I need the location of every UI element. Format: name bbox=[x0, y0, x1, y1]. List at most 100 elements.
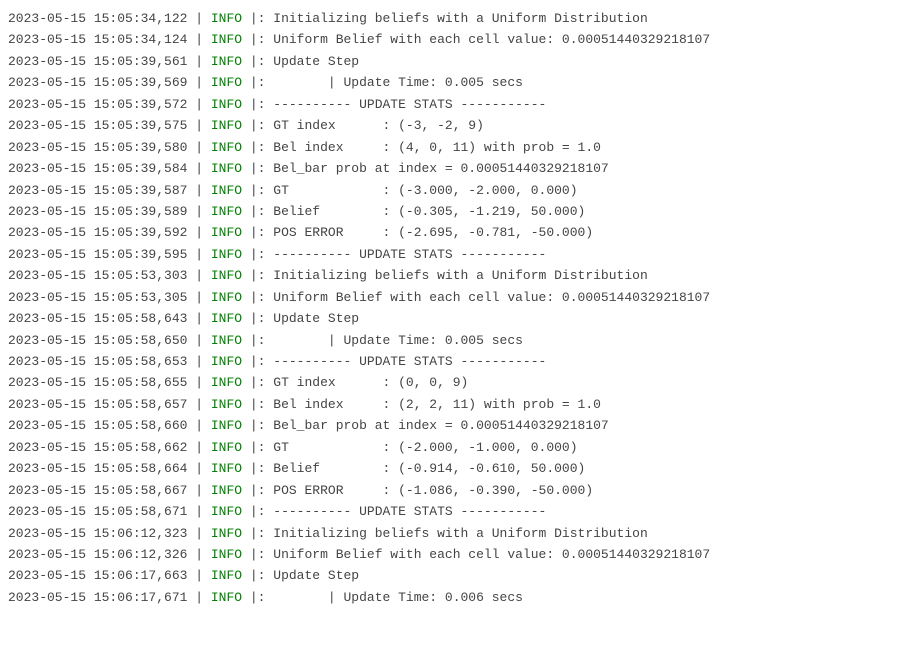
log-line: 2023-05-15 15:05:39,580 | INFO |: Bel in… bbox=[8, 137, 914, 158]
separator: | bbox=[187, 75, 210, 90]
separator bbox=[242, 461, 250, 476]
separator: | bbox=[187, 247, 210, 262]
log-line: 2023-05-15 15:05:58,671 | INFO |: ------… bbox=[8, 501, 914, 522]
log-message: |: GT index : (0, 0, 9) bbox=[250, 375, 468, 390]
separator: | bbox=[187, 118, 210, 133]
separator bbox=[242, 268, 250, 283]
separator bbox=[242, 118, 250, 133]
log-message: |: Bel index : (2, 2, 11) with prob = 1.… bbox=[250, 397, 601, 412]
separator bbox=[242, 568, 250, 583]
log-timestamp: 2023-05-15 15:05:39,592 bbox=[8, 225, 187, 240]
separator: | bbox=[187, 568, 210, 583]
log-timestamp: 2023-05-15 15:05:39,584 bbox=[8, 161, 187, 176]
log-timestamp: 2023-05-15 15:05:39,595 bbox=[8, 247, 187, 262]
separator: | bbox=[187, 483, 210, 498]
log-message: |: | Update Time: 0.005 secs bbox=[250, 75, 523, 90]
log-level: INFO bbox=[211, 247, 242, 262]
log-line: 2023-05-15 15:05:39,589 | INFO |: Belief… bbox=[8, 201, 914, 222]
log-message: |: Update Step bbox=[250, 54, 359, 69]
log-timestamp: 2023-05-15 15:06:12,326 bbox=[8, 547, 187, 562]
log-line: 2023-05-15 15:06:17,663 | INFO |: Update… bbox=[8, 565, 914, 586]
log-message: |: | Update Time: 0.006 secs bbox=[250, 590, 523, 605]
log-level: INFO bbox=[211, 118, 242, 133]
separator: | bbox=[187, 311, 210, 326]
separator bbox=[242, 290, 250, 305]
log-message: |: Bel_bar prob at index = 0.00051440329… bbox=[250, 418, 609, 433]
separator: | bbox=[187, 97, 210, 112]
separator: | bbox=[187, 397, 210, 412]
log-timestamp: 2023-05-15 15:05:39,572 bbox=[8, 97, 187, 112]
log-timestamp: 2023-05-15 15:05:58,643 bbox=[8, 311, 187, 326]
separator bbox=[242, 590, 250, 605]
log-line: 2023-05-15 15:06:12,323 | INFO |: Initia… bbox=[8, 523, 914, 544]
separator: | bbox=[187, 504, 210, 519]
log-message: |: Uniform Belief with each cell value: … bbox=[250, 290, 710, 305]
log-line: 2023-05-15 15:05:58,655 | INFO |: GT ind… bbox=[8, 372, 914, 393]
log-line: 2023-05-15 15:05:53,303 | INFO |: Initia… bbox=[8, 265, 914, 286]
log-timestamp: 2023-05-15 15:06:17,671 bbox=[8, 590, 187, 605]
separator bbox=[242, 333, 250, 348]
separator bbox=[242, 247, 250, 262]
separator: | bbox=[187, 440, 210, 455]
log-level: INFO bbox=[211, 397, 242, 412]
log-level: INFO bbox=[211, 161, 242, 176]
log-level: INFO bbox=[211, 526, 242, 541]
log-message: |: Initializing beliefs with a Uniform D… bbox=[250, 526, 648, 541]
log-message: |: ---------- UPDATE STATS ----------- bbox=[250, 247, 546, 262]
log-timestamp: 2023-05-15 15:05:58,671 bbox=[8, 504, 187, 519]
separator bbox=[242, 418, 250, 433]
log-line: 2023-05-15 15:05:39,584 | INFO |: Bel_ba… bbox=[8, 158, 914, 179]
log-level: INFO bbox=[211, 483, 242, 498]
separator bbox=[242, 97, 250, 112]
log-level: INFO bbox=[211, 97, 242, 112]
separator bbox=[242, 54, 250, 69]
log-line: 2023-05-15 15:05:39,572 | INFO |: ------… bbox=[8, 94, 914, 115]
separator bbox=[242, 483, 250, 498]
log-level: INFO bbox=[211, 32, 242, 47]
separator: | bbox=[187, 161, 210, 176]
separator: | bbox=[187, 268, 210, 283]
log-line: 2023-05-15 15:06:12,326 | INFO |: Unifor… bbox=[8, 544, 914, 565]
log-timestamp: 2023-05-15 15:05:58,655 bbox=[8, 375, 187, 390]
log-line: 2023-05-15 15:05:39,569 | INFO |: | Upda… bbox=[8, 72, 914, 93]
log-timestamp: 2023-05-15 15:05:58,657 bbox=[8, 397, 187, 412]
log-level: INFO bbox=[211, 440, 242, 455]
log-line: 2023-05-15 15:05:39,575 | INFO |: GT ind… bbox=[8, 115, 914, 136]
log-timestamp: 2023-05-15 15:05:58,664 bbox=[8, 461, 187, 476]
separator bbox=[242, 354, 250, 369]
separator: | bbox=[187, 204, 210, 219]
log-message: |: Update Step bbox=[250, 311, 359, 326]
separator bbox=[242, 11, 250, 26]
log-level: INFO bbox=[211, 75, 242, 90]
log-level: INFO bbox=[211, 504, 242, 519]
log-line: 2023-05-15 15:05:53,305 | INFO |: Unifor… bbox=[8, 287, 914, 308]
log-level: INFO bbox=[211, 333, 242, 348]
log-timestamp: 2023-05-15 15:05:53,305 bbox=[8, 290, 187, 305]
log-message: |: GT index : (-3, -2, 9) bbox=[250, 118, 484, 133]
log-timestamp: 2023-05-15 15:05:39,587 bbox=[8, 183, 187, 198]
log-timestamp: 2023-05-15 15:05:58,650 bbox=[8, 333, 187, 348]
log-line: 2023-05-15 15:05:58,650 | INFO |: | Upda… bbox=[8, 330, 914, 351]
separator: | bbox=[187, 375, 210, 390]
log-timestamp: 2023-05-15 15:05:58,662 bbox=[8, 440, 187, 455]
log-timestamp: 2023-05-15 15:05:39,589 bbox=[8, 204, 187, 219]
log-message: |: ---------- UPDATE STATS ----------- bbox=[250, 97, 546, 112]
log-level: INFO bbox=[211, 290, 242, 305]
separator: | bbox=[187, 590, 210, 605]
separator: | bbox=[187, 140, 210, 155]
log-timestamp: 2023-05-15 15:05:39,561 bbox=[8, 54, 187, 69]
log-line: 2023-05-15 15:05:39,595 | INFO |: ------… bbox=[8, 244, 914, 265]
separator: | bbox=[187, 225, 210, 240]
log-message: |: GT : (-2.000, -1.000, 0.000) bbox=[250, 440, 578, 455]
separator bbox=[242, 225, 250, 240]
log-message: |: Update Step bbox=[250, 568, 359, 583]
log-message: |: Bel_bar prob at index = 0.00051440329… bbox=[250, 161, 609, 176]
log-level: INFO bbox=[211, 354, 242, 369]
separator bbox=[242, 440, 250, 455]
log-line: 2023-05-15 15:06:17,671 | INFO |: | Upda… bbox=[8, 587, 914, 608]
separator bbox=[242, 32, 250, 47]
separator bbox=[242, 504, 250, 519]
separator bbox=[242, 75, 250, 90]
log-timestamp: 2023-05-15 15:06:12,323 bbox=[8, 526, 187, 541]
log-timestamp: 2023-05-15 15:05:39,569 bbox=[8, 75, 187, 90]
